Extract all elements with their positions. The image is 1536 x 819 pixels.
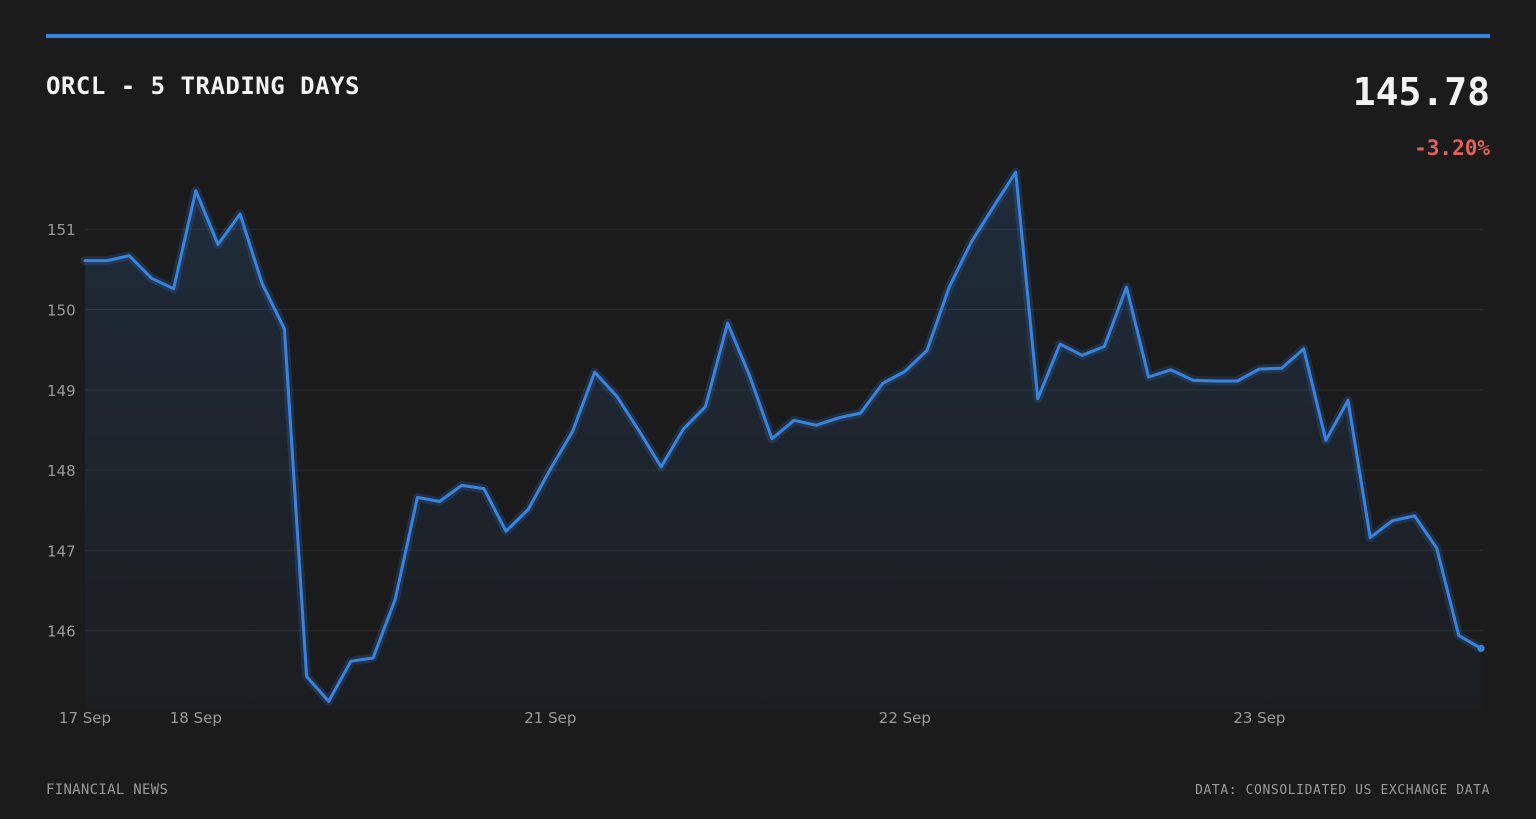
y-tick-label: 150 xyxy=(47,302,76,320)
y-tick-label: 146 xyxy=(47,623,76,641)
source-label: FINANCIAL NEWS xyxy=(46,782,169,798)
y-tick-label: 151 xyxy=(47,221,76,239)
data-credit: DATA: CONSOLIDATED US EXCHANGE DATA xyxy=(1195,783,1490,798)
y-axis: 146 147 148 149 150 151 xyxy=(47,221,76,640)
x-axis: 17 Sep 18 Sep 21 Sep 22 Sep 23 Sep xyxy=(59,709,1286,727)
y-tick-label: 149 xyxy=(47,382,76,400)
price-chart: 146 147 148 149 150 151 17 Sep 18 Sep 21 Sep 22 … xyxy=(47,167,1486,727)
last-point-marker xyxy=(1477,644,1485,652)
x-tick-label: 23 Sep xyxy=(1233,709,1285,727)
x-tick-label: 21 Sep xyxy=(524,709,576,727)
x-tick-label: 18 Sep xyxy=(170,709,222,727)
x-tick-label: 22 Sep xyxy=(879,709,931,727)
y-tick-label: 148 xyxy=(47,462,76,480)
x-tick-label: 17 Sep xyxy=(59,709,111,727)
y-tick-label: 147 xyxy=(47,542,76,560)
